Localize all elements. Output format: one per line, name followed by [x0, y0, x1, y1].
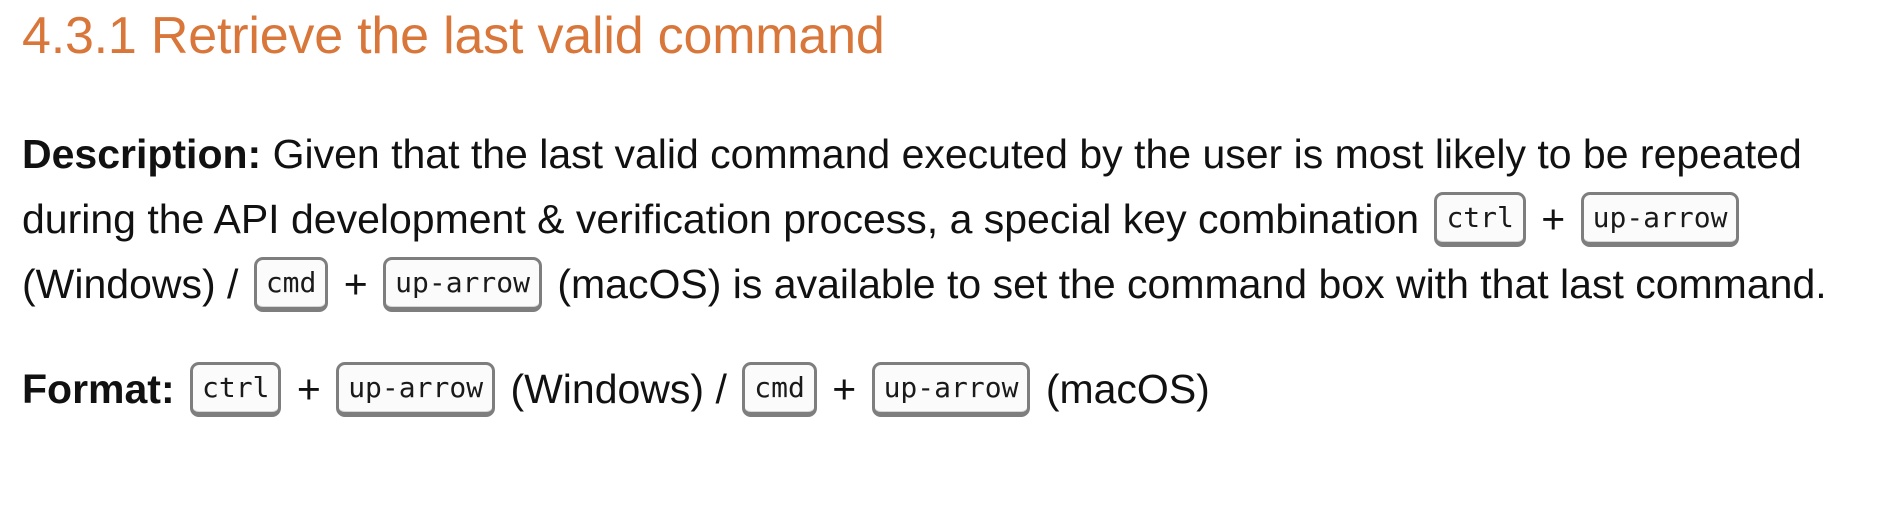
- document-page: 4.3.1 Retrieve the last valid command De…: [0, 0, 1898, 508]
- description-paragraph: Description: Given that the last valid c…: [22, 122, 1882, 317]
- ctrl-key: ctrl: [190, 361, 282, 417]
- plus-sign: +: [285, 366, 333, 412]
- up-arrow-key: up-arrow: [871, 361, 1031, 417]
- section-heading: 4.3.1 Retrieve the last valid command: [22, 7, 885, 65]
- description-label: Description:: [22, 131, 262, 177]
- cmd-key: cmd: [253, 256, 329, 312]
- up-arrow-key: up-arrow: [336, 361, 496, 417]
- plus-sign: +: [1529, 196, 1577, 242]
- up-arrow-key: up-arrow: [1580, 191, 1740, 247]
- macos-text: (macOS): [1034, 366, 1210, 412]
- format-paragraph: Format: ctrl + up-arrow (Windows) / cmd …: [22, 357, 1876, 422]
- up-arrow-key: up-arrow: [383, 256, 542, 312]
- windows-separator-text: (Windows) /: [22, 261, 250, 307]
- ctrl-key: ctrl: [1434, 191, 1526, 247]
- plus-sign: +: [820, 366, 868, 412]
- plus-sign: +: [332, 261, 380, 307]
- cmd-key: cmd: [742, 361, 817, 417]
- windows-separator-text: (Windows) /: [499, 366, 739, 412]
- format-label: Format:: [22, 366, 175, 412]
- description-tail-text: (macOS) is available to set the command …: [545, 261, 1827, 307]
